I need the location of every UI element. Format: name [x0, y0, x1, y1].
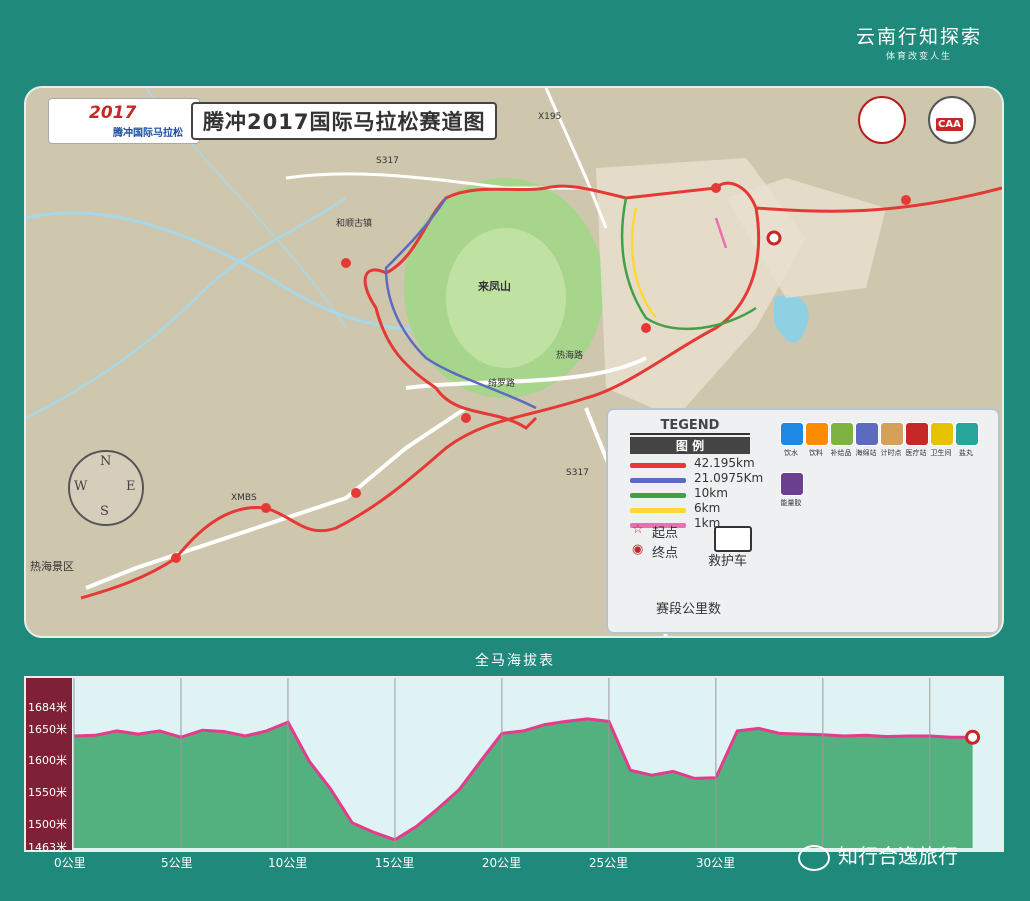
service-label: 卫生间 — [930, 449, 952, 457]
road-label-2: 热海路 — [556, 351, 584, 361]
service-icon — [955, 422, 979, 446]
compass-rose: N S W E — [68, 450, 144, 526]
service-icon — [855, 422, 879, 446]
route-color-swatch — [630, 478, 686, 483]
segment-km-label: 赛段公里数 — [656, 602, 722, 617]
watermark: 知行合逸旅行 — [798, 840, 958, 871]
association-emblem — [858, 96, 906, 144]
elevation-x-tick: 20公里 — [481, 856, 522, 870]
road-label-s317b: S317 — [566, 468, 589, 478]
finish-icon: ◉ — [632, 542, 644, 557]
service-icon — [830, 422, 854, 446]
legend-title-cn: 图 例 — [630, 437, 750, 454]
map-title: 腾冲2017国际马拉松赛道图 — [191, 102, 498, 140]
elevation-plot — [73, 678, 981, 848]
compass-s: S — [100, 504, 109, 519]
finish-marker — [965, 729, 981, 745]
elevation-y-tick: 1463米 — [28, 841, 67, 854]
route-color-swatch — [630, 463, 686, 468]
place-laifeng: 来凤山 — [478, 280, 511, 293]
elevation-x-tick: 5公里 — [160, 856, 193, 870]
service-label: 盐丸 — [959, 449, 973, 457]
road-label-1: 绮罗路 — [488, 379, 516, 389]
service-icon — [930, 422, 954, 446]
elevation-x-tick: 10公里 — [267, 856, 308, 870]
elevation-y-tick: 1650米 — [28, 722, 67, 736]
elevation-y-tick: 1684米 — [28, 701, 67, 715]
logo-name: 腾冲国际马拉松 — [113, 128, 183, 139]
elevation-x-tick: 30公里 — [695, 856, 736, 870]
elevation-y-tick: 1500米 — [28, 817, 67, 831]
elevation-title: 全马海拔表 — [475, 653, 555, 669]
service-icon — [805, 422, 829, 446]
route-label: 10km — [694, 486, 728, 500]
service-label: 海绵站 — [855, 449, 877, 457]
legend-title-en: TEGEND — [630, 418, 750, 435]
ambulance-label: 救护车 — [708, 554, 748, 569]
elevation-chart — [24, 676, 1004, 852]
map-legend: TEGEND 图 例 42.195km 21.0975Km 10km 6km 1km ☆… — [606, 408, 1000, 634]
ambulance-icon — [714, 526, 752, 552]
service-icon — [880, 422, 904, 446]
start-label: 起点 — [652, 526, 679, 541]
service-label: 能量胶 — [780, 499, 802, 507]
watermark-text: 知行合逸旅行 — [838, 844, 958, 868]
elevation-x-tick: 25公里 — [588, 856, 629, 870]
race-logo: 2017 腾冲国际马拉松 — [48, 98, 200, 144]
wechat-icon — [798, 844, 830, 871]
compass-n: N — [100, 454, 112, 469]
service-icon — [780, 472, 804, 496]
logo-year: 2017 — [89, 103, 137, 123]
brand-logo: 云南行知探索 体育改变人生 — [856, 22, 982, 62]
service-label: 计时点 — [880, 449, 902, 457]
brand-name: 云南行知探索 — [855, 26, 982, 48]
service-icon — [780, 422, 804, 446]
finish-label: 终点 — [652, 546, 679, 561]
service-label: 医疗站 — [905, 449, 927, 457]
route-color-swatch — [630, 493, 686, 498]
service-label: 饮水 — [784, 449, 798, 457]
road-label-s317a: S317 — [376, 156, 399, 166]
compass-e: E — [126, 479, 136, 494]
compass-w: W — [74, 479, 88, 494]
brand-slogan: 体育改变人生 — [885, 52, 952, 62]
elevation-x-tick: 0公里 — [54, 856, 86, 870]
elevation-area — [74, 718, 973, 848]
start-icon: ☆ — [632, 522, 644, 537]
road-label-x195: X195 — [538, 112, 562, 122]
route-label: 21.0975Km — [694, 471, 764, 485]
legend-header: TEGEND 图 例 — [630, 418, 750, 454]
elevation-x-tick: 15公里 — [374, 856, 415, 870]
route-label: 42.195km — [694, 456, 755, 470]
road-label-xmbs: XMBS — [231, 493, 257, 503]
course-map[interactable]: 2017 腾冲国际马拉松 腾冲2017国际马拉松赛道图 CAA 来凤山 和顺古镇… — [24, 86, 1004, 638]
place-rehai: 热海景区 — [30, 560, 74, 573]
caa-label: CAA — [936, 118, 963, 131]
caa-emblem: CAA — [928, 96, 976, 144]
service-icon — [905, 422, 929, 446]
route-color-swatch — [630, 508, 686, 513]
place-heshun: 和顺古镇 — [336, 219, 373, 229]
service-label: 饮料 — [809, 449, 823, 457]
service-label: 补给品 — [830, 449, 852, 457]
route-label: 6km — [694, 501, 721, 515]
elevation-y-tick: 1600米 — [28, 754, 67, 768]
elevation-y-tick: 1550米 — [28, 785, 67, 799]
